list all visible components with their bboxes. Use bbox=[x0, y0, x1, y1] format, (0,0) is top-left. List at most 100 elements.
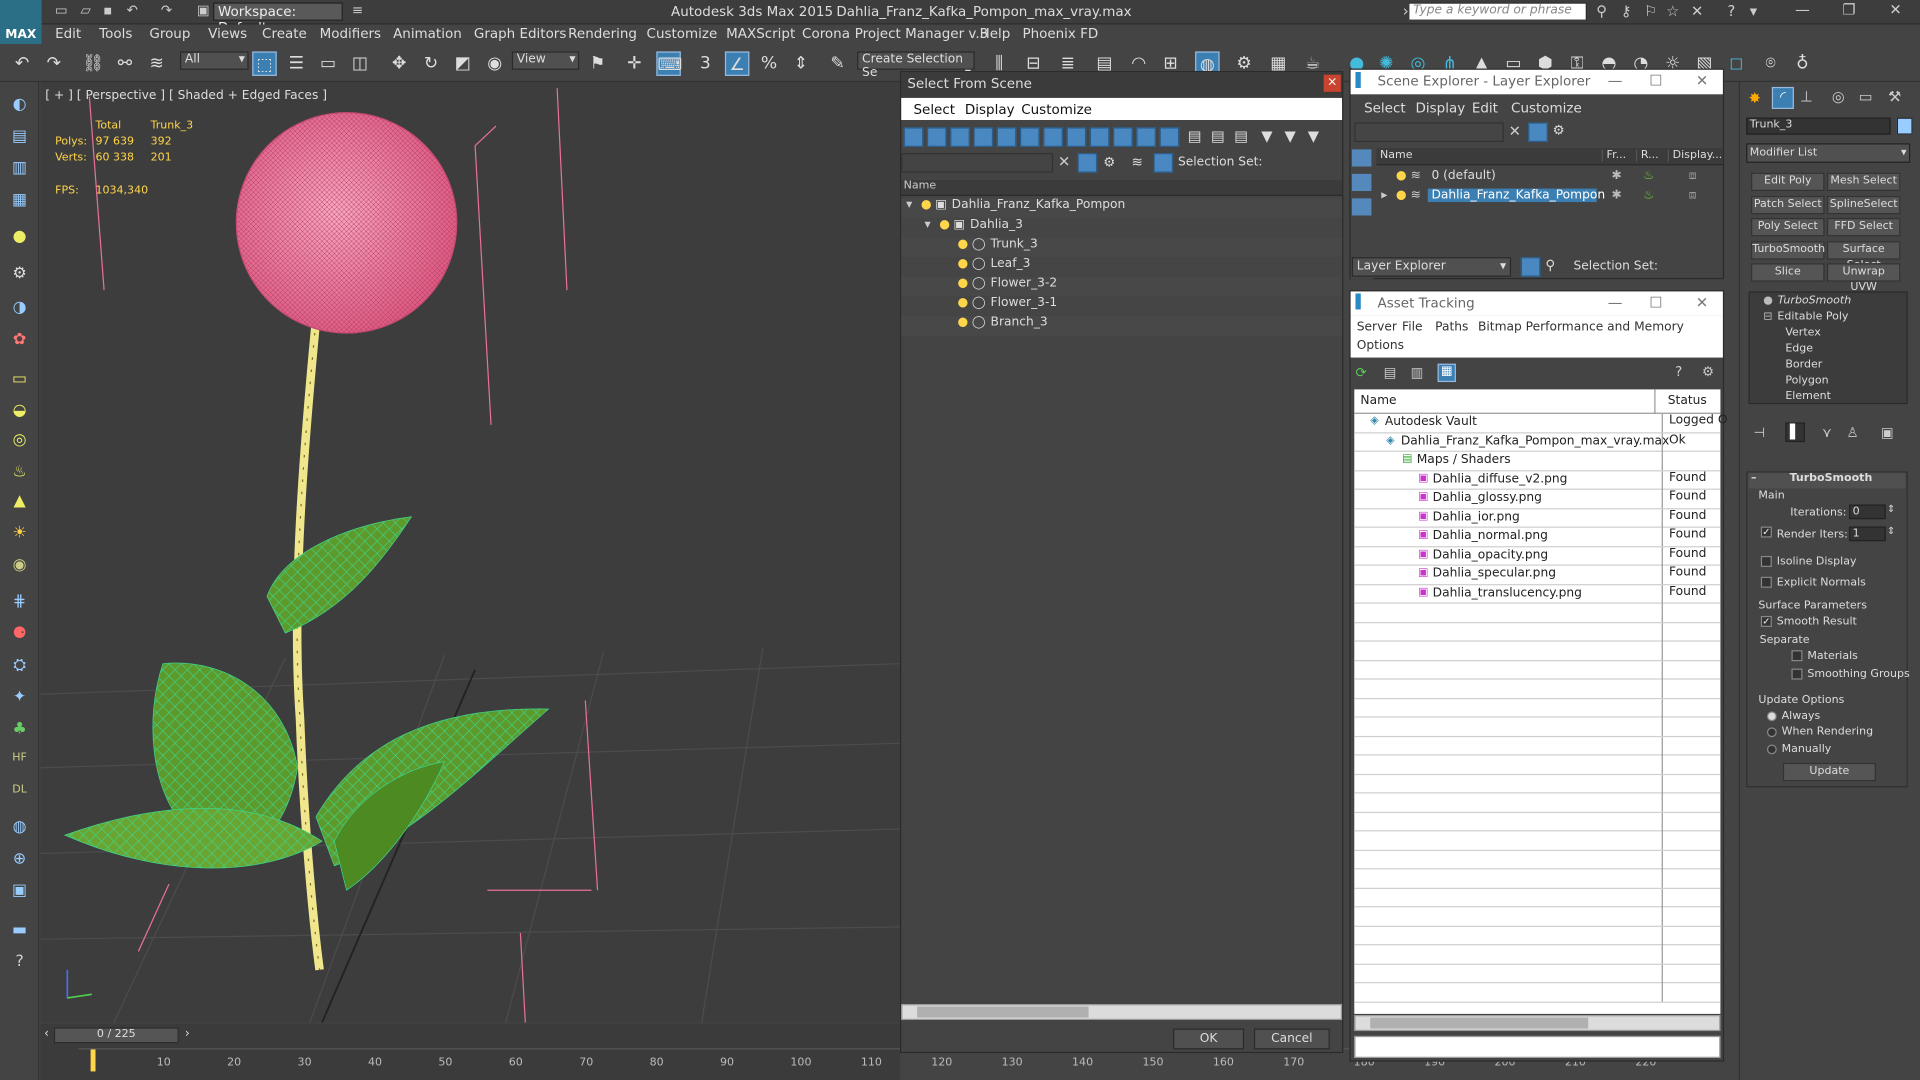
asset-row[interactable]: ▣ Dahlia_normal.png Found bbox=[1354, 527, 1721, 547]
texture-tool-icon[interactable]: ▥ bbox=[7, 159, 31, 181]
display-filter-icon[interactable] bbox=[1089, 127, 1110, 147]
minimize-window-icon[interactable]: — bbox=[1788, 1, 1817, 22]
display-filter-icon[interactable] bbox=[1043, 127, 1063, 147]
close-icon[interactable]: × bbox=[1323, 74, 1341, 92]
spacewarp-tool-icon[interactable]: ◑ bbox=[7, 299, 31, 321]
asset-settings-icon[interactable]: ⚙ bbox=[1702, 364, 1714, 380]
light-tool-icon[interactable]: ● bbox=[7, 228, 31, 250]
refresh-icon[interactable]: ⟳ bbox=[1356, 365, 1367, 381]
undo-icon[interactable]: ↶ bbox=[122, 2, 142, 19]
stack-subobject-item[interactable]: Edge bbox=[1780, 343, 1813, 355]
clear-find-icon[interactable]: ✕ bbox=[1058, 153, 1070, 170]
sphere-tool-icon[interactable]: ◎ bbox=[7, 431, 31, 453]
display-filter-icon[interactable] bbox=[1136, 127, 1156, 147]
display-filter-icon[interactable] bbox=[1113, 127, 1133, 147]
funnel-icon[interactable]: ▼ bbox=[1261, 127, 1272, 144]
menu-views[interactable]: Views bbox=[208, 26, 247, 42]
menu-help[interactable]: Help bbox=[980, 26, 1011, 42]
tree-row[interactable]: ● ◯ Branch_3 bbox=[901, 315, 1343, 336]
nodes-tool-icon[interactable]: ⊕ bbox=[7, 850, 31, 872]
visibility-bulb-icon[interactable]: ● bbox=[1396, 169, 1407, 182]
asset-row[interactable]: ▣ Dahlia_opacity.png Found bbox=[1354, 546, 1721, 566]
angle-snap-icon[interactable]: ∠ bbox=[724, 51, 750, 76]
column-config-icon[interactable]: ▼ bbox=[1308, 127, 1319, 144]
camera-tool-icon[interactable]: ◐ bbox=[7, 96, 31, 118]
manually-radio[interactable]: Manually bbox=[1766, 743, 1831, 756]
make-unique-icon[interactable]: ⋎ bbox=[1822, 425, 1832, 441]
modifier-button[interactable]: Surface Select bbox=[1826, 240, 1901, 271]
asset-row[interactable]: ▣ Dahlia_specular.png Found bbox=[1354, 565, 1721, 585]
modifier-button[interactable]: Edit Poly bbox=[1751, 172, 1825, 192]
viewport-label[interactable]: [ + ] [ Perspective ] [ Shaded + Edged F… bbox=[45, 89, 327, 102]
time-slider[interactable]: 0 / 225 bbox=[53, 1027, 179, 1044]
tree-view-icon[interactable]: ▥ bbox=[1411, 365, 1424, 381]
key-icon[interactable]: ⚷ bbox=[1616, 2, 1636, 20]
asset-row[interactable]: ◈ Dahlia_Franz_Kafka_Pompon_max_vray.max O… bbox=[1354, 432, 1721, 452]
menu-graph-editors[interactable]: Graph Editors bbox=[474, 26, 566, 42]
menu-group[interactable]: Group bbox=[149, 26, 190, 42]
render-frame-tool-icon[interactable]: ▤ bbox=[7, 127, 31, 149]
spinner-snap-icon[interactable]: ⇕ bbox=[789, 51, 813, 75]
display-filter-icon[interactable] bbox=[1066, 127, 1087, 147]
filter-funnel-icon[interactable] bbox=[1528, 122, 1548, 143]
next-frame-icon[interactable]: › bbox=[185, 1027, 190, 1040]
sort-by-hierarchy-icon[interactable] bbox=[1351, 149, 1372, 167]
show-end-result-icon[interactable]: ▌ bbox=[1785, 422, 1805, 443]
display-filter-icon[interactable] bbox=[926, 127, 947, 147]
modifier-button[interactable]: Poly Select bbox=[1751, 217, 1825, 237]
search-input[interactable]: Type a keyword or phrase bbox=[1408, 2, 1587, 21]
update-button[interactable]: Update bbox=[1782, 762, 1876, 782]
tree-row[interactable]: ● ◯ Flower_3-2 bbox=[901, 276, 1343, 297]
app-logo-button[interactable]: MAX bbox=[0, 0, 42, 45]
layers-icon[interactable]: ≋ bbox=[1131, 154, 1142, 170]
sort-by-object-icon[interactable] bbox=[1351, 198, 1372, 216]
rollout-title[interactable]: – TurboSmooth bbox=[1748, 472, 1906, 489]
close-icon[interactable]: ✕ bbox=[1696, 294, 1708, 311]
find-input[interactable] bbox=[901, 153, 1054, 173]
visibility-bulb-icon[interactable]: ● bbox=[958, 296, 969, 309]
always-radio[interactable]: Always bbox=[1766, 710, 1820, 722]
column-name[interactable]: Name bbox=[1380, 149, 1413, 161]
scale-icon[interactable]: ◩ bbox=[451, 51, 475, 75]
materials-checkbox[interactable]: Materials bbox=[1791, 650, 1858, 662]
spinner-arrows-icon[interactable]: ⇕ bbox=[1887, 525, 1895, 536]
link-icon[interactable]: ⛓ bbox=[81, 51, 105, 75]
tree-row[interactable]: ● ◯ Leaf_3 bbox=[901, 257, 1343, 277]
render-iters-checkbox[interactable]: ✓ bbox=[1760, 526, 1777, 539]
reference-coordinate-dropdown[interactable]: View ▾ bbox=[511, 51, 580, 70]
asset-column-status[interactable]: Status bbox=[1654, 389, 1707, 414]
menu-modifiers[interactable]: Modifiers bbox=[320, 26, 381, 42]
selection-set-icon[interactable] bbox=[1153, 153, 1174, 173]
tree-row[interactable]: ▾ ● ▣ Dahlia_Franz_Kafka_Pompon bbox=[901, 198, 1343, 218]
bind-spacewarp-icon[interactable]: ≋ bbox=[144, 51, 168, 75]
layer-find-input[interactable] bbox=[1354, 122, 1504, 143]
binoculars-icon[interactable]: ⚲ bbox=[1592, 2, 1612, 20]
display-filter-icon[interactable] bbox=[973, 127, 994, 147]
asset-row[interactable]: ▣ Dahlia_diffuse_v2.png Found bbox=[1354, 470, 1721, 490]
asset-help-icon[interactable]: ? bbox=[1675, 364, 1682, 380]
motion-tab-icon[interactable]: ◎ bbox=[1832, 88, 1845, 105]
unlink-icon[interactable]: ⚯ bbox=[113, 51, 137, 75]
exchange-icon[interactable]: ✕ bbox=[1687, 2, 1707, 20]
menu-edit[interactable]: Edit bbox=[55, 26, 81, 42]
vray-frame-icon[interactable]: ◻ bbox=[1724, 51, 1748, 75]
menu-customize[interactable]: Customize bbox=[647, 26, 718, 42]
scrollbar-thumb[interactable] bbox=[917, 1006, 1089, 1018]
scene-explorer-menu-customize[interactable]: Customize bbox=[1511, 100, 1582, 116]
sort-icon[interactable]: ▤ bbox=[1188, 127, 1202, 144]
asset-row[interactable]: ▣ Dahlia_glossy.png Found bbox=[1354, 489, 1721, 509]
spinner-arrows-icon[interactable]: ⇕ bbox=[1887, 503, 1895, 514]
scene-tool-icon[interactable]: ▣ bbox=[7, 882, 31, 904]
close-window-icon[interactable]: ✕ bbox=[1881, 1, 1910, 22]
asset-row[interactable]: ▤ Maps / Shaders bbox=[1354, 451, 1721, 471]
modifier-button[interactable]: FFD Select bbox=[1826, 217, 1901, 237]
stack-subobject-item[interactable]: Element bbox=[1780, 391, 1831, 403]
new-file-icon[interactable]: ▭ bbox=[51, 2, 71, 19]
scene-explorer-menu-select[interactable]: Select bbox=[1364, 100, 1406, 116]
help-chevron-icon[interactable]: ▾ bbox=[1744, 2, 1764, 20]
asset-menu-paths[interactable]: Paths bbox=[1435, 321, 1468, 334]
column-freeze[interactable]: Fr... bbox=[1601, 149, 1626, 162]
display-filter-icon[interactable] bbox=[1020, 127, 1040, 147]
foliage-tool-icon[interactable]: ♣ bbox=[7, 720, 31, 742]
dl-tool-icon[interactable]: DL bbox=[7, 784, 31, 806]
